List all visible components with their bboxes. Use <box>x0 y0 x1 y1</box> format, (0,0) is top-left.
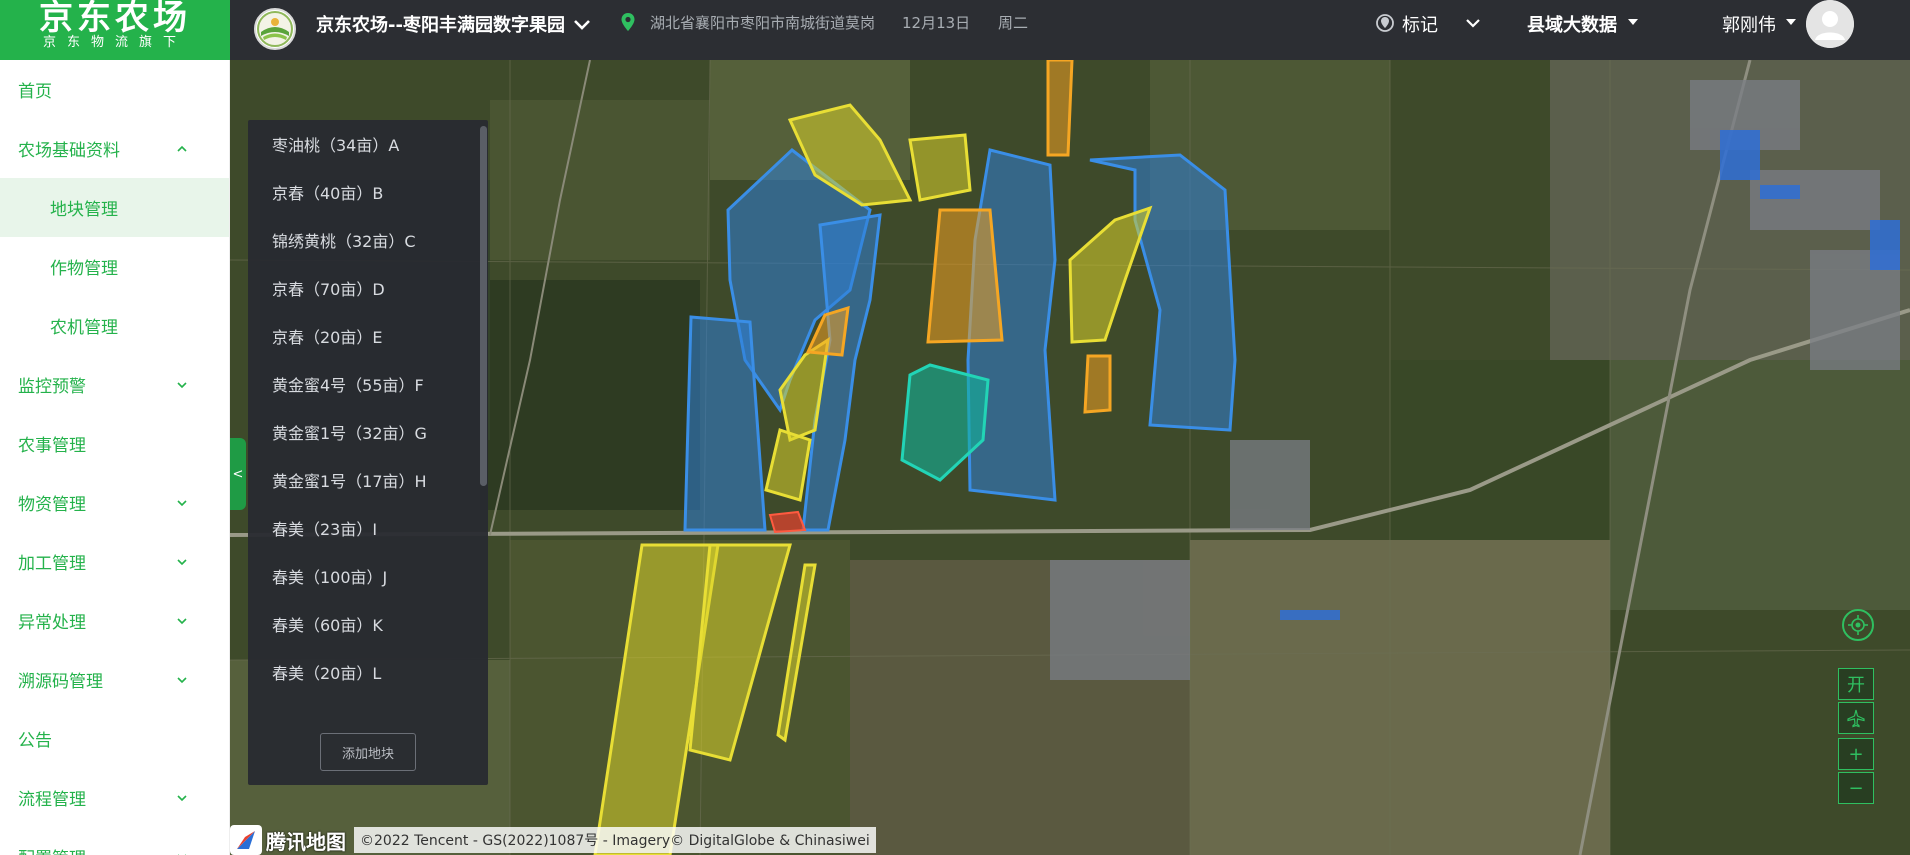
chevron-down-icon <box>178 854 186 855</box>
locate-button[interactable] <box>1842 609 1874 641</box>
sidebar-item-announcements[interactable]: 公告 <box>0 709 229 768</box>
sidebar-item-label: 加工管理 <box>18 554 86 574</box>
zoom-in-button[interactable]: + <box>1838 738 1874 770</box>
chevron-down-icon <box>177 677 187 684</box>
sidebar-item-label: 农事管理 <box>18 436 86 456</box>
sidebar-item-configuration[interactable]: 配置管理 <box>0 827 229 855</box>
satellite-map[interactable]: < 枣油桃（34亩）A 京春（40亩）B 锦绣黄桃（32亩）C 京春（70亩）D… <box>230 60 1910 855</box>
current-weekday: 周二 <box>998 14 1029 32</box>
logo-subtitle: 京东物流旗下 <box>42 35 187 50</box>
top-bar: 京东农场--枣阳丰满园数字果园 湖北省襄阳市枣阳市南城街道莫岗 12月13日 周… <box>230 0 1910 60</box>
airplane-icon <box>1847 709 1865 728</box>
marker-icon[interactable] <box>1375 13 1395 33</box>
caret-down-icon[interactable] <box>1786 19 1796 25</box>
sidebar-item-crop-management[interactable]: 作物管理 <box>0 237 229 296</box>
sidebar-item-monitoring[interactable]: 监控预警 <box>0 355 229 414</box>
chevron-down-icon <box>177 382 187 389</box>
sidebar-menu: 首页 农场基础资料 地块管理 作物管理 农机管理 监控预警 农事管理 物资管理 … <box>0 60 230 855</box>
sidebar-item-materials[interactable]: 物资管理 <box>0 473 229 532</box>
sidebar-item-label: 流程管理 <box>18 790 86 810</box>
sidebar-item-label: 农场基础资料 <box>18 141 120 161</box>
current-date: 12月13日 <box>902 14 971 32</box>
sidebar-item-farm-basics[interactable]: 农场基础资料 <box>0 119 229 178</box>
sidebar-item-label: 配置管理 <box>18 844 86 855</box>
sidebar-item-traceability[interactable]: 溯源码管理 <box>0 650 229 709</box>
sidebar-item-label: 公告 <box>18 731 52 751</box>
plot-list-item[interactable]: 京春（40亩）B <box>248 168 478 216</box>
chevron-down-icon <box>177 618 187 625</box>
user-icon <box>1806 0 1854 48</box>
caret-down-icon[interactable] <box>1628 19 1638 25</box>
logo-title: 京东农场 <box>39 0 191 38</box>
farm-selector[interactable]: 京东农场--枣阳丰满园数字果园 <box>316 11 565 37</box>
sidebar-item-exceptions[interactable]: 异常处理 <box>0 591 229 650</box>
chevron-down-icon[interactable] <box>1463 13 1483 33</box>
plot-list-item[interactable]: 枣油桃（34亩）A <box>248 120 478 168</box>
zoom-out-button[interactable]: − <box>1838 772 1874 804</box>
plot-list-item[interactable]: 黄金蜜1号（17亩）H <box>248 456 478 504</box>
sidebar-item-machinery-management[interactable]: 农机管理 <box>0 296 229 355</box>
plot-list-item[interactable]: 春美（23亩）I <box>248 504 478 552</box>
chevron-down-icon <box>177 559 187 566</box>
sidebar-item-label: 地块管理 <box>50 200 118 220</box>
plot-list-panel: 枣油桃（34亩）A 京春（40亩）B 锦绣黄桃（32亩）C 京春（70亩）D 京… <box>248 120 488 785</box>
mark-dropdown[interactable]: 标记 <box>1402 11 1438 37</box>
panel-collapse-button[interactable]: < <box>230 438 246 510</box>
plot-list-item[interactable]: 春美（20亩）L <box>248 648 478 695</box>
plot-list-item[interactable]: 春美（60亩）K <box>248 600 478 648</box>
plot-list-item[interactable]: 黄金蜜4号（55亩）F <box>248 360 478 408</box>
add-plot-button[interactable]: 添加地块 <box>320 733 416 771</box>
sidebar-item-label: 溯源码管理 <box>18 672 103 692</box>
chevron-down-icon <box>177 500 187 507</box>
map-attribution: 腾讯地图 ©2022 Tencent - GS(2022)1087号 - Ima… <box>230 825 876 855</box>
sidebar-item-label: 监控预警 <box>18 377 86 397</box>
farm-logo-icon <box>254 8 296 50</box>
crosshair-icon <box>1848 615 1868 635</box>
chevron-down-icon <box>177 795 187 802</box>
user-name-dropdown[interactable]: 郭刚伟 <box>1722 11 1776 37</box>
sidebar-item-workflow[interactable]: 流程管理 <box>0 768 229 827</box>
sidebar-item-label: 物资管理 <box>18 495 86 515</box>
plot-list-item[interactable]: 京春（20亩）E <box>248 312 478 360</box>
plot-list-item[interactable]: 黄金蜜1号（32亩）G <box>248 408 478 456</box>
plot-list-item[interactable]: 锦绣黄桃（32亩）C <box>248 216 478 264</box>
tencent-map-label: 腾讯地图 <box>266 829 346 854</box>
chevron-up-icon <box>177 145 187 152</box>
plot-list: 枣油桃（34亩）A 京春（40亩）B 锦绣黄桃（32亩）C 京春（70亩）D 京… <box>248 120 478 695</box>
plot-list-item[interactable]: 春美（100亩）J <box>248 552 478 600</box>
county-data-dropdown[interactable]: 县域大数据 <box>1527 11 1617 37</box>
app-logo[interactable]: 京东农场 京东物流旗下 <box>0 0 230 60</box>
avatar[interactable] <box>1806 0 1854 48</box>
sidebar-item-processing[interactable]: 加工管理 <box>0 532 229 591</box>
chevron-down-icon[interactable] <box>570 12 594 36</box>
sidebar-item-home[interactable]: 首页 <box>0 60 229 119</box>
sidebar-item-label: 异常处理 <box>18 613 86 633</box>
sidebar-item-label: 首页 <box>18 82 52 102</box>
farm-location: 湖北省襄阳市枣阳市南城街道莫岗 <box>650 14 876 32</box>
plot-list-scrollbar[interactable] <box>480 126 487 486</box>
toggle-open-button[interactable]: 开 <box>1838 668 1874 700</box>
sidebar-item-label: 农机管理 <box>50 318 118 338</box>
drone-button[interactable] <box>1838 702 1874 734</box>
map-copyright: ©2022 Tencent - GS(2022)1087号 - Imagery©… <box>354 827 876 853</box>
sidebar-item-label: 作物管理 <box>50 259 118 279</box>
plot-list-item[interactable]: 京春（70亩）D <box>248 264 478 312</box>
tencent-map-logo-icon <box>230 825 262 855</box>
scrollbar-thumb[interactable] <box>480 126 487 486</box>
sidebar-item-plot-management[interactable]: 地块管理 <box>0 178 229 237</box>
sidebar-item-farming[interactable]: 农事管理 <box>0 414 229 473</box>
location-pin-icon <box>621 13 635 31</box>
